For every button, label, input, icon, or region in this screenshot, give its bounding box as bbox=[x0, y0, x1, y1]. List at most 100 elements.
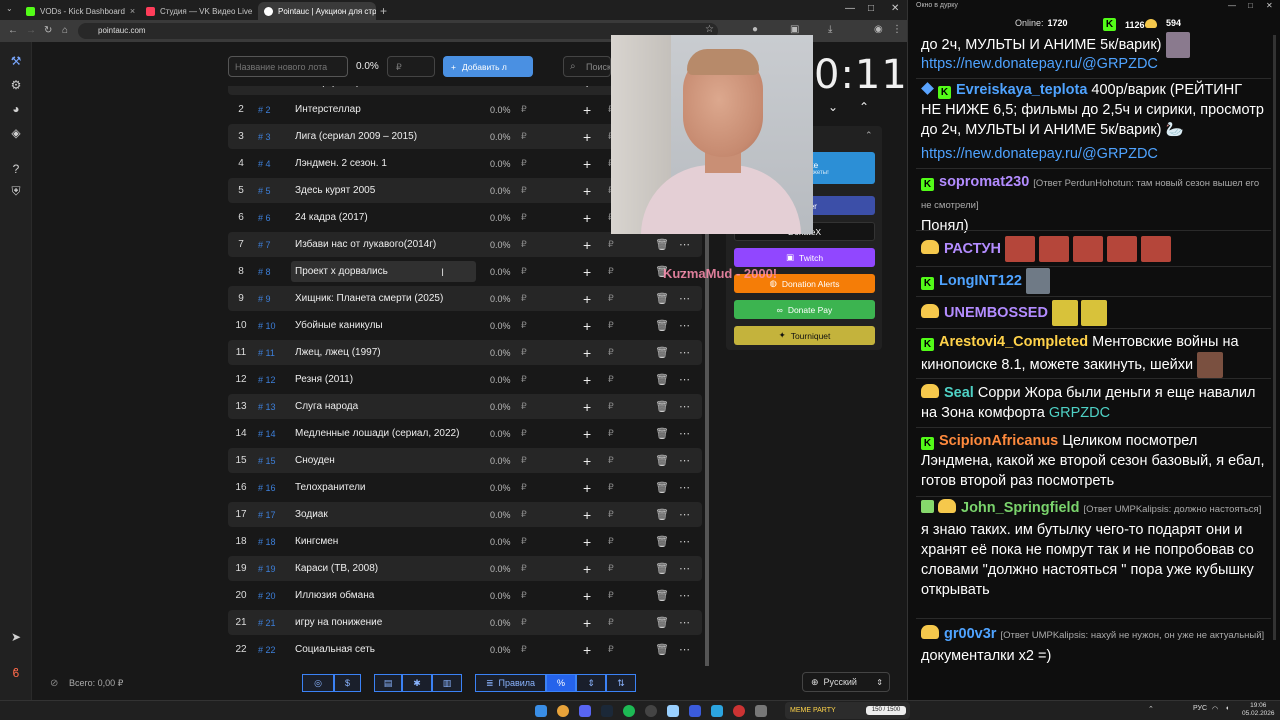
add-lot-button[interactable]: + Добавить л bbox=[443, 56, 533, 77]
lot-fast-id[interactable]: # 11 bbox=[258, 348, 275, 358]
extension-icon[interactable]: ▣ bbox=[790, 24, 799, 35]
lot-fast-id[interactable]: # 16 bbox=[258, 483, 276, 493]
home-icon[interactable]: ⌂ bbox=[62, 25, 68, 36]
obs-icon[interactable] bbox=[645, 705, 657, 717]
shield-icon[interactable]: ⛨ bbox=[9, 184, 23, 198]
chat-username[interactable]: ScipionAfricanus bbox=[939, 433, 1058, 449]
lot-input-currency[interactable]: ₽ bbox=[608, 617, 614, 628]
delete-lot-icon[interactable]: 🗑 bbox=[655, 481, 669, 494]
close-window-icon[interactable]: ✕ bbox=[891, 3, 899, 14]
more-options-icon[interactable]: ⋯ bbox=[679, 562, 690, 575]
add-amount-icon[interactable]: + bbox=[583, 345, 591, 361]
sort-button[interactable]: ⇅ bbox=[606, 674, 636, 692]
language-select[interactable]: ⊕ Русский ⇕ bbox=[802, 672, 890, 692]
more-options-icon[interactable]: ⋯ bbox=[679, 535, 690, 548]
percent-mode-button[interactable]: % bbox=[546, 674, 576, 692]
delete-lot-icon[interactable]: 🗑 bbox=[655, 562, 669, 575]
delete-lot-icon[interactable]: 🗑 bbox=[655, 400, 669, 413]
app-icon[interactable] bbox=[689, 705, 701, 717]
lot-fast-id[interactable]: # 2 bbox=[258, 105, 271, 115]
more-options-icon[interactable]: ⋯ bbox=[679, 319, 690, 332]
help-icon[interactable]: ? bbox=[9, 162, 23, 176]
chat-username[interactable]: Arestovi4_Completed bbox=[939, 334, 1088, 350]
layers-icon[interactable]: ◈ bbox=[9, 126, 23, 140]
keyboard-lang[interactable]: РУС bbox=[1193, 705, 1207, 712]
delete-lot-icon[interactable]: 🗑 bbox=[655, 346, 669, 359]
lot-name[interactable]: Сноуден bbox=[291, 450, 476, 471]
chat-username[interactable]: РАСТУН bbox=[944, 241, 1001, 257]
add-amount-icon[interactable]: + bbox=[583, 372, 591, 388]
lot-fast-id[interactable]: # 19 bbox=[258, 564, 276, 574]
mention[interactable]: GRPZDC bbox=[1049, 405, 1110, 421]
new-tab-button[interactable]: + bbox=[380, 4, 387, 18]
chat-username[interactable]: John_Springfield bbox=[961, 500, 1079, 516]
add-amount-icon[interactable]: + bbox=[583, 399, 591, 415]
delete-lot-icon[interactable]: 🗑 bbox=[655, 238, 669, 251]
add-amount-icon[interactable]: + bbox=[583, 291, 591, 307]
profile-icon[interactable]: ◉ bbox=[874, 24, 883, 35]
add-amount-icon[interactable]: + bbox=[583, 426, 591, 442]
chat-link[interactable]: https://new.donatepay.ru/@GRPZDC bbox=[921, 54, 1266, 74]
lot-name[interactable]: Караси (ТВ, 2008) bbox=[291, 558, 476, 579]
lot-name[interactable]: игру на понижение bbox=[291, 612, 476, 633]
maximize-icon[interactable]: □ bbox=[1248, 1, 1253, 10]
lot-fast-id[interactable]: # 9 bbox=[258, 294, 271, 304]
lot-fast-id[interactable]: # 22 bbox=[258, 645, 276, 655]
lot-input-currency[interactable]: ₽ bbox=[608, 509, 614, 520]
lot-name[interactable]: Избави нас от лукавого(2014г) bbox=[291, 234, 476, 255]
auction-hammer-icon[interactable]: ⚒ bbox=[9, 54, 23, 68]
lot-input-currency[interactable]: ₽ bbox=[608, 374, 614, 385]
integration-twitch[interactable]: ▣ Twitch bbox=[734, 248, 875, 267]
delete-lot-icon[interactable]: 🗑 bbox=[655, 535, 669, 548]
lot-input-currency[interactable]: ₽ bbox=[608, 401, 614, 412]
more-options-icon[interactable]: ⋯ bbox=[679, 427, 690, 440]
add-amount-icon[interactable]: + bbox=[583, 588, 591, 604]
forward-icon[interactable]: → bbox=[26, 25, 36, 36]
add-amount-icon[interactable]: + bbox=[583, 237, 591, 253]
back-icon[interactable]: ← bbox=[8, 25, 18, 36]
add-amount-icon[interactable]: + bbox=[583, 453, 591, 469]
delete-lot-icon[interactable]: 🗑 bbox=[655, 643, 669, 656]
lot-fast-id[interactable]: # 3 bbox=[258, 132, 271, 142]
lot-input-currency[interactable]: ₽ bbox=[608, 644, 614, 655]
discord-icon[interactable] bbox=[579, 705, 591, 717]
more-options-icon[interactable]: ⋯ bbox=[679, 643, 690, 656]
chat-username[interactable]: UNEMBOSSED bbox=[944, 305, 1048, 321]
add-amount-icon[interactable]: + bbox=[583, 183, 591, 199]
lot-fast-id[interactable]: # 18 bbox=[258, 537, 276, 547]
tab-pointauc[interactable]: Pointauc | Аукцион для стрим… × bbox=[258, 2, 376, 20]
clock[interactable]: 19:06 05.02.2026 bbox=[1242, 702, 1275, 718]
more-options-icon[interactable]: ⋯ bbox=[679, 481, 690, 494]
lot-input-currency[interactable]: ₽ bbox=[608, 239, 614, 250]
lot-input-currency[interactable]: ₽ bbox=[608, 347, 614, 358]
bug-button[interactable]: ✱ bbox=[402, 674, 432, 692]
lot-input-currency[interactable]: ₽ bbox=[608, 320, 614, 331]
lot-name[interactable]: Лжец, лжец (1997) bbox=[291, 342, 476, 363]
add-amount-icon[interactable]: + bbox=[583, 264, 591, 280]
app-icon[interactable] bbox=[755, 705, 767, 717]
new-lot-name-input[interactable] bbox=[228, 56, 348, 77]
lot-input-currency[interactable]: ₽ bbox=[608, 428, 614, 439]
settings-gear-icon[interactable]: ⚙ bbox=[9, 78, 23, 92]
more-options-icon[interactable]: ⋯ bbox=[679, 508, 690, 521]
wifi-icon[interactable]: ◠ bbox=[1212, 705, 1218, 713]
spotify-icon[interactable] bbox=[623, 705, 635, 717]
lot-input-currency[interactable]: ₽ bbox=[608, 482, 614, 493]
reload-icon[interactable]: ↻ bbox=[44, 25, 52, 36]
chat-scrollbar[interactable] bbox=[1273, 35, 1276, 640]
lot-fast-id[interactable]: # 10 bbox=[258, 321, 276, 331]
eye-off-icon[interactable]: ⊘ bbox=[50, 678, 58, 689]
lot-input-currency[interactable]: ₽ bbox=[608, 590, 614, 601]
more-options-icon[interactable]: ⋯ bbox=[679, 238, 690, 251]
delete-lot-icon[interactable]: 🗑 bbox=[655, 427, 669, 440]
app-icon[interactable] bbox=[733, 705, 745, 717]
lot-fast-id[interactable]: # 13 bbox=[258, 402, 276, 412]
delete-lot-icon[interactable]: 🗑 bbox=[655, 454, 669, 467]
lot-name[interactable]: Кингсмен bbox=[291, 531, 476, 552]
maximize-icon[interactable]: □ bbox=[868, 3, 874, 14]
rules-button[interactable]: ≣ Правила bbox=[475, 674, 546, 692]
chevron-down-icon[interactable]: ⌄ bbox=[828, 100, 838, 114]
delete-lot-icon[interactable]: 🗑 bbox=[655, 373, 669, 386]
save-button[interactable]: ▤ bbox=[374, 674, 402, 692]
add-amount-icon[interactable]: + bbox=[583, 86, 591, 91]
